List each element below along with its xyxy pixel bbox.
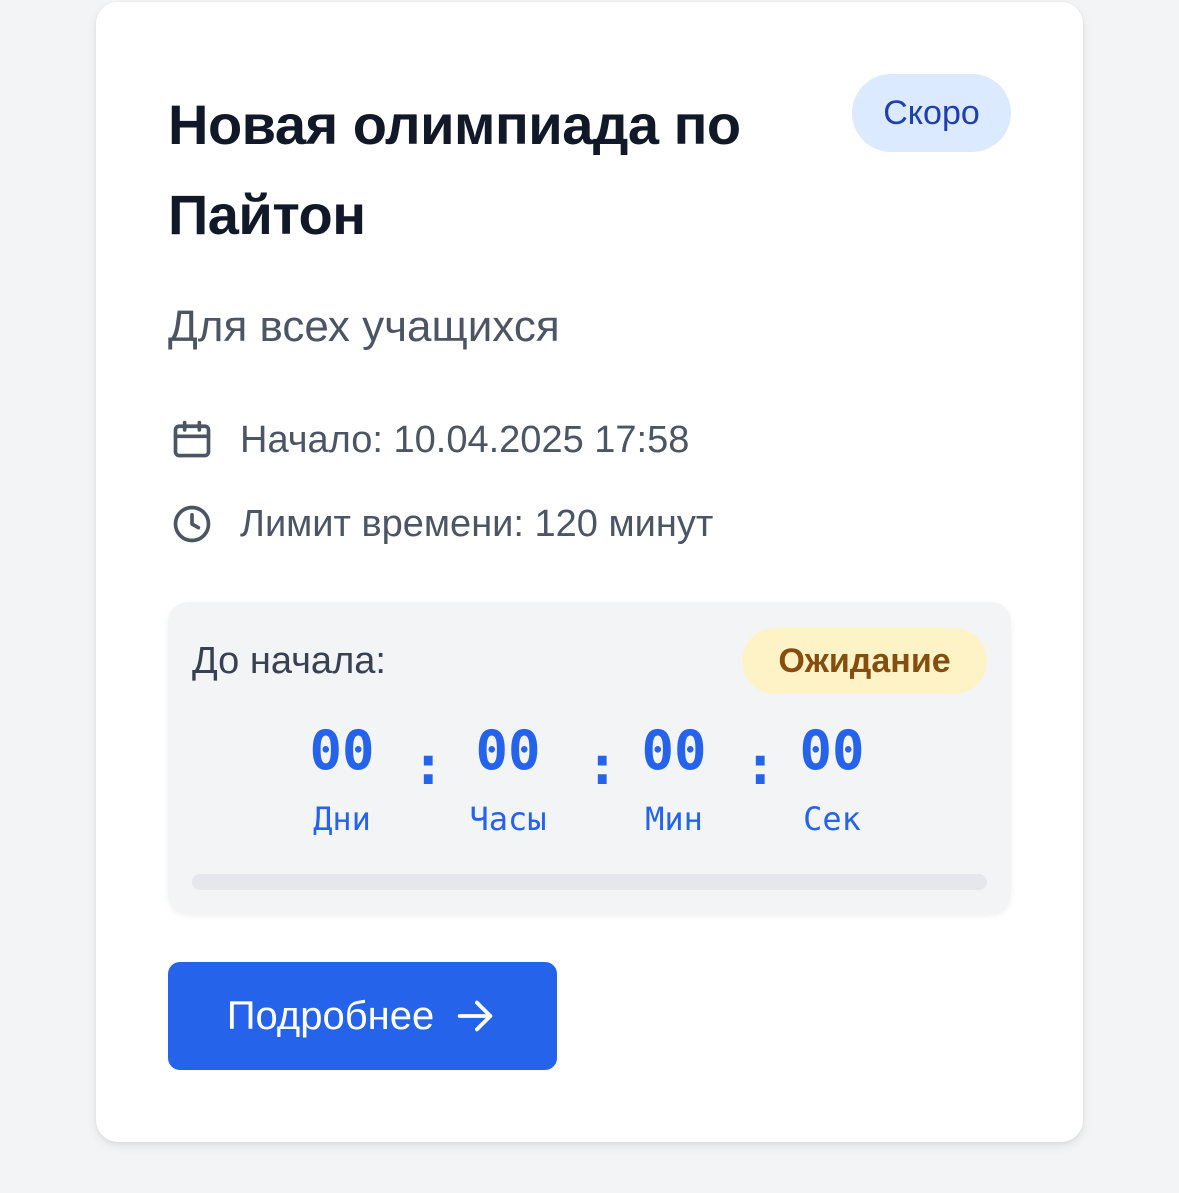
days-value: 00 xyxy=(309,719,375,782)
time-limit-row: Лимит времени: 120 минут xyxy=(170,502,713,546)
days-label: Дни xyxy=(313,800,371,838)
countdown-days: 00 Дни xyxy=(252,718,432,838)
hours-label: Часы xyxy=(469,800,547,838)
minutes-value: 00 xyxy=(641,719,707,782)
minutes-label: Мин xyxy=(645,800,703,838)
card-title: Новая олимпиада по Пайтон xyxy=(168,93,741,246)
countdown-minutes: 00 Мин xyxy=(584,718,764,838)
start-datetime: Начало: 10.04.2025 17:58 xyxy=(240,418,690,461)
countdown-progress-bar xyxy=(192,874,987,890)
olympiad-card: Новая олимпиада по Пайтон Скоро Для всех… xyxy=(96,2,1083,1142)
start-row: Начало: 10.04.2025 17:58 xyxy=(170,418,689,462)
details-button[interactable]: Подробнее xyxy=(168,962,557,1070)
clock-icon xyxy=(170,502,214,546)
time-limit-text: Лимит времени: 120 минут xyxy=(240,502,714,545)
hours-value: 00 xyxy=(475,719,541,782)
countdown-hours: 00 Часы xyxy=(418,718,598,838)
status-badge-soon: Скоро xyxy=(852,74,1011,152)
audience-text: Для всех учащихся xyxy=(168,302,560,351)
seconds-label: Сек xyxy=(803,800,861,838)
details-button-label: Подробнее xyxy=(226,993,435,1038)
arrow-right-icon xyxy=(452,993,498,1039)
calendar-icon xyxy=(170,418,214,462)
countdown-panel: До начала: Ожидание 00 Дни : 00 Часы : 0… xyxy=(168,602,1011,914)
countdown-label: До начала: xyxy=(192,640,386,682)
countdown-seconds: 00 Сек xyxy=(742,718,922,838)
seconds-value: 00 xyxy=(799,719,865,782)
waiting-badge: Ожидание xyxy=(742,628,987,694)
